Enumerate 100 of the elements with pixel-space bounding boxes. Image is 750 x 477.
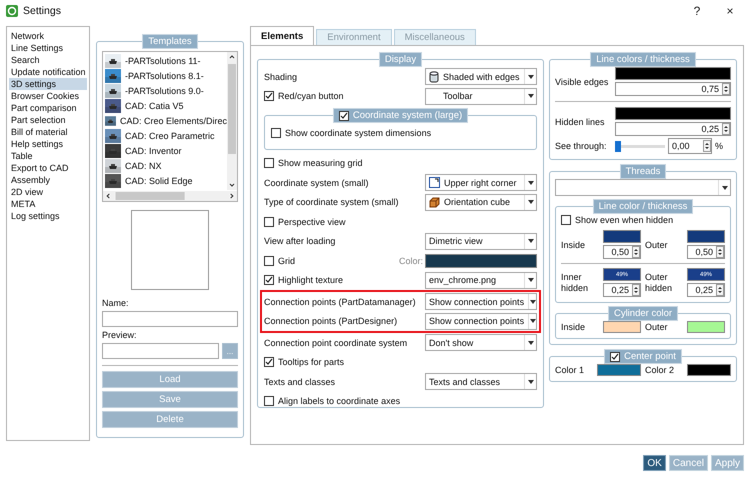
template-item[interactable]: -PARTsolutions 8.1- (125, 70, 204, 80)
dropdown[interactable]: Toolbar (425, 88, 537, 105)
name-field[interactable] (102, 311, 238, 327)
template-item[interactable]: CAD: Catia V5 (125, 100, 184, 110)
close-button[interactable]: × (716, 4, 744, 18)
dropdown[interactable]: Show connection points (425, 312, 537, 330)
field-label: Connection point coordinate system (264, 338, 408, 348)
number-field[interactable]: 0,25 (603, 283, 641, 297)
number-field[interactable]: 0,00 (668, 138, 712, 154)
field-label: Color 2 (645, 365, 676, 375)
group-title: Coordinate system (large) (332, 108, 468, 123)
template-item[interactable]: CAD: Creo Parametric (125, 130, 215, 140)
checkbox[interactable] (264, 396, 274, 406)
template-item[interactable]: -PARTsolutions 9.0- (125, 86, 204, 96)
category-item[interactable]: Network (9, 30, 87, 42)
field-label: Visible edges (555, 76, 610, 86)
dialog-button[interactable]: OK (643, 455, 666, 471)
color-label: Color: (398, 256, 423, 266)
slider[interactable] (615, 140, 665, 152)
spin-arrows-icon[interactable] (716, 246, 724, 258)
checkbox[interactable] (264, 256, 274, 266)
template-item[interactable]: CAD: Creo Elements/Direc (120, 116, 227, 126)
checkbox[interactable] (264, 216, 274, 227)
spin-arrows-icon[interactable] (632, 284, 640, 296)
color-swatch[interactable] (687, 230, 725, 243)
template-item[interactable]: -PARTsolutions 11- (125, 56, 201, 66)
field-label: Inside (561, 322, 586, 332)
checkbox[interactable] (338, 110, 349, 120)
caret-icon (528, 380, 534, 384)
color-swatch[interactable] (597, 364, 641, 376)
category-item[interactable]: Part selection (9, 114, 87, 126)
number-field[interactable]: 0,50 (687, 245, 725, 259)
unit-label: % (715, 141, 724, 151)
number-field[interactable]: 0,50 (603, 245, 641, 259)
field-label: See through: (555, 141, 608, 151)
field-label: Shading (264, 72, 298, 82)
caret-icon (528, 94, 534, 98)
checkbox[interactable] (610, 352, 620, 362)
spin-arrows-icon[interactable] (722, 83, 730, 95)
dropdown[interactable]: Orientation cube (425, 194, 537, 211)
spin-arrows-icon[interactable] (722, 123, 730, 135)
spin-arrows-icon[interactable] (716, 284, 724, 296)
category-item[interactable]: 3D settings (9, 78, 87, 90)
number-field[interactable]: 0,75 (615, 82, 731, 96)
dropdown[interactable]: Upper right corner (425, 174, 537, 192)
color-swatch[interactable] (425, 254, 537, 268)
field-label: Preview: (102, 330, 138, 340)
field-label: Inside (561, 240, 586, 250)
category-item[interactable]: Line Settings (9, 42, 87, 54)
color-swatch[interactable] (687, 364, 731, 376)
category-item[interactable]: 2D view (9, 186, 87, 198)
category-item[interactable]: Help settings (9, 138, 87, 150)
dropdown[interactable]: Texts and classes (425, 373, 537, 390)
color-swatch[interactable] (615, 67, 731, 80)
checkbox[interactable] (264, 158, 274, 168)
checkbox-label: Grid (278, 256, 296, 266)
category-item[interactable]: Bill of material (9, 126, 87, 138)
color-swatch[interactable] (615, 107, 731, 120)
category-item[interactable]: Log settings (9, 210, 87, 222)
dropdown[interactable]: Show connection points (425, 293, 537, 310)
spin-arrows-icon[interactable] (703, 140, 711, 152)
color-swatch[interactable] (603, 230, 641, 243)
checkbox[interactable] (561, 215, 571, 225)
preview-field[interactable] (102, 343, 219, 359)
field-label: Name: (102, 298, 130, 308)
caret-icon (528, 74, 534, 79)
tab[interactable]: Elements (250, 26, 314, 45)
color-swatch[interactable] (687, 321, 725, 333)
checkbox[interactable] (264, 91, 274, 102)
category-item[interactable]: Browser Cookies (9, 90, 87, 102)
caret-icon (528, 200, 534, 204)
slider-thumb[interactable] (615, 140, 621, 152)
caret-icon (528, 180, 534, 185)
category-item[interactable]: Part comparison (9, 102, 87, 114)
category-item[interactable]: META (9, 198, 87, 210)
category-item[interactable]: Update notification (9, 66, 87, 78)
field-label: Texts and classes (264, 376, 336, 387)
help-button[interactable]: ? (683, 4, 711, 18)
checkbox[interactable] (264, 275, 274, 286)
number-field[interactable]: 0,25 (687, 283, 725, 297)
field-label: Connection points (PartDatamanager) (264, 296, 417, 307)
color-swatch[interactable] (603, 321, 641, 333)
spin-arrows-icon[interactable] (632, 246, 640, 258)
dropdown[interactable]: Shaded with edges (425, 68, 537, 86)
field-label: Outer hidden (645, 272, 674, 294)
category-item[interactable]: Export to CAD (9, 162, 87, 174)
dropdown[interactable]: Don't show (425, 334, 537, 352)
dropdown[interactable]: Dimetric view (425, 232, 537, 250)
category-item[interactable]: Assembly (9, 174, 87, 186)
template-item[interactable]: CAD: Solid Edge (125, 176, 193, 186)
checkbox[interactable] (271, 128, 281, 138)
category-item[interactable]: Search (9, 54, 87, 66)
checkbox[interactable] (264, 357, 274, 368)
number-field[interactable]: 0,25 (615, 122, 731, 136)
template-item[interactable]: CAD: NX (125, 160, 162, 170)
category-item[interactable]: Table (9, 150, 87, 162)
template-item[interactable]: CAD: Inventor (125, 146, 182, 156)
group-title: Templates (142, 34, 198, 49)
field-label: Type of coordinate system (small) (264, 197, 400, 208)
dropdown[interactable]: env_chrome.png (425, 272, 537, 289)
